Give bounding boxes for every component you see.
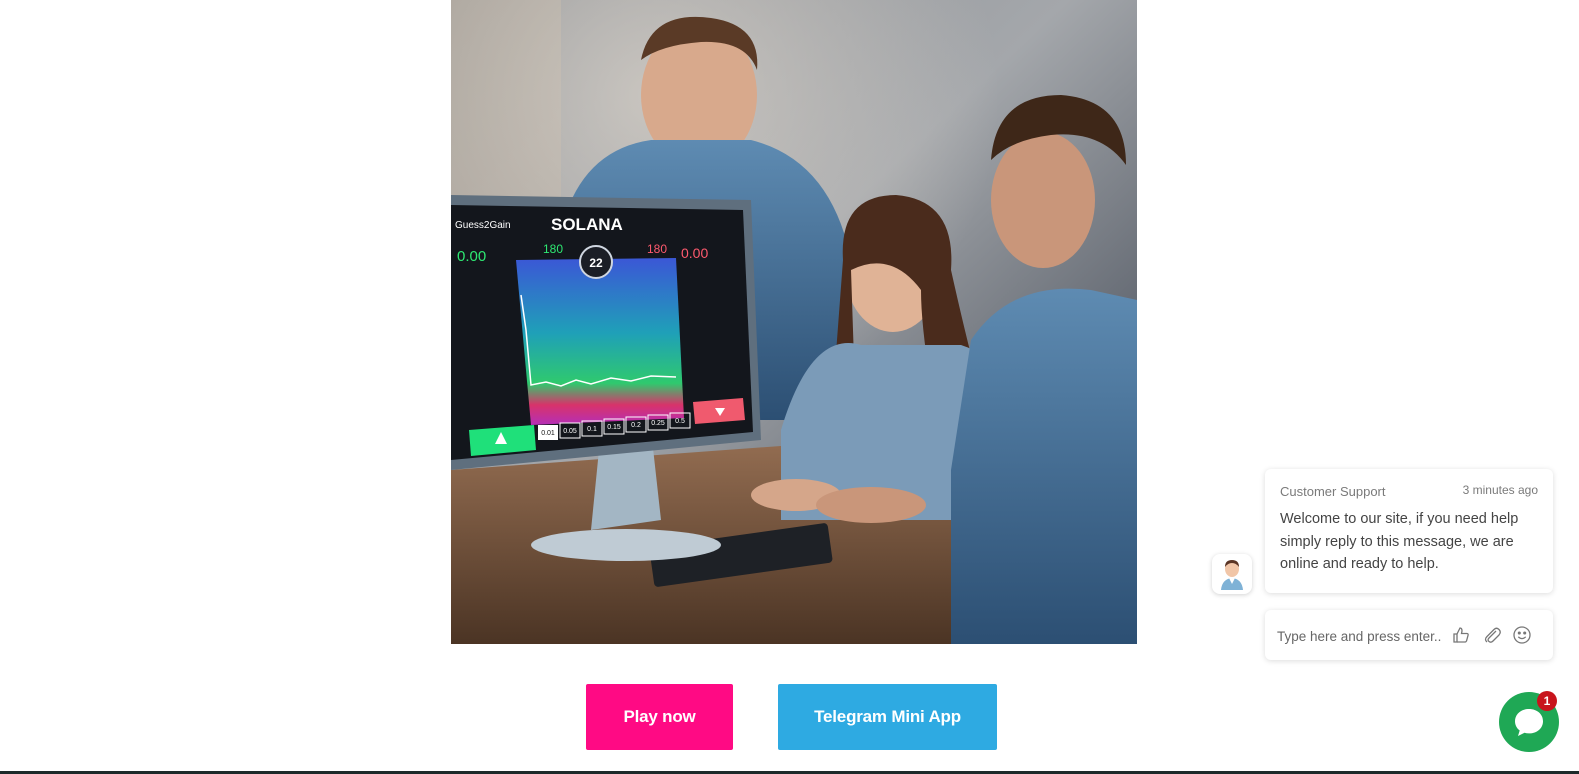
- bet-chip: 0.15: [607, 424, 621, 431]
- screen-right-value: 0.00: [681, 245, 708, 261]
- chat-input-bar: [1265, 610, 1553, 660]
- thumbs-up-icon[interactable]: [1451, 625, 1471, 645]
- smiley-icon[interactable]: [1512, 625, 1532, 645]
- chat-message-text: Welcome to our site, if you need help si…: [1280, 511, 1519, 572]
- hero-image: 22 SOLANA Guess2Gain 0.00 0.00 180 180 0…: [451, 0, 1137, 644]
- unread-count-badge: 1: [1537, 691, 1557, 711]
- bet-chip: 0.1: [587, 426, 597, 433]
- bet-chip: 0.25: [651, 420, 665, 427]
- chat-message-input[interactable]: [1275, 623, 1449, 649]
- screen-multiplier-right: 180: [647, 242, 667, 256]
- bet-chip: 0.5: [675, 418, 685, 425]
- paperclip-icon[interactable]: [1482, 625, 1502, 645]
- chat-timestamp: 3 minutes ago: [1462, 483, 1538, 497]
- bet-chip: 0.05: [563, 428, 577, 435]
- bet-chip: 0.01: [541, 430, 555, 437]
- play-now-button[interactable]: Play now: [586, 684, 733, 750]
- support-avatar: [1212, 554, 1252, 594]
- chat-bubble-icon: [1515, 709, 1543, 736]
- screen-brand: Guess2Gain: [455, 220, 511, 231]
- screen-logo: SOLANA: [551, 215, 623, 234]
- telegram-mini-app-button[interactable]: Telegram Mini App: [778, 684, 997, 750]
- screen-left-value: 0.00: [457, 248, 486, 265]
- screen-multiplier-left: 180: [543, 242, 563, 256]
- screen-timer: 22: [589, 256, 603, 270]
- chat-sender: Customer Support: [1280, 484, 1386, 499]
- chat-message-card: Customer Support 3 minutes ago Welcome t…: [1265, 469, 1553, 593]
- bet-chip: 0.2: [631, 422, 641, 429]
